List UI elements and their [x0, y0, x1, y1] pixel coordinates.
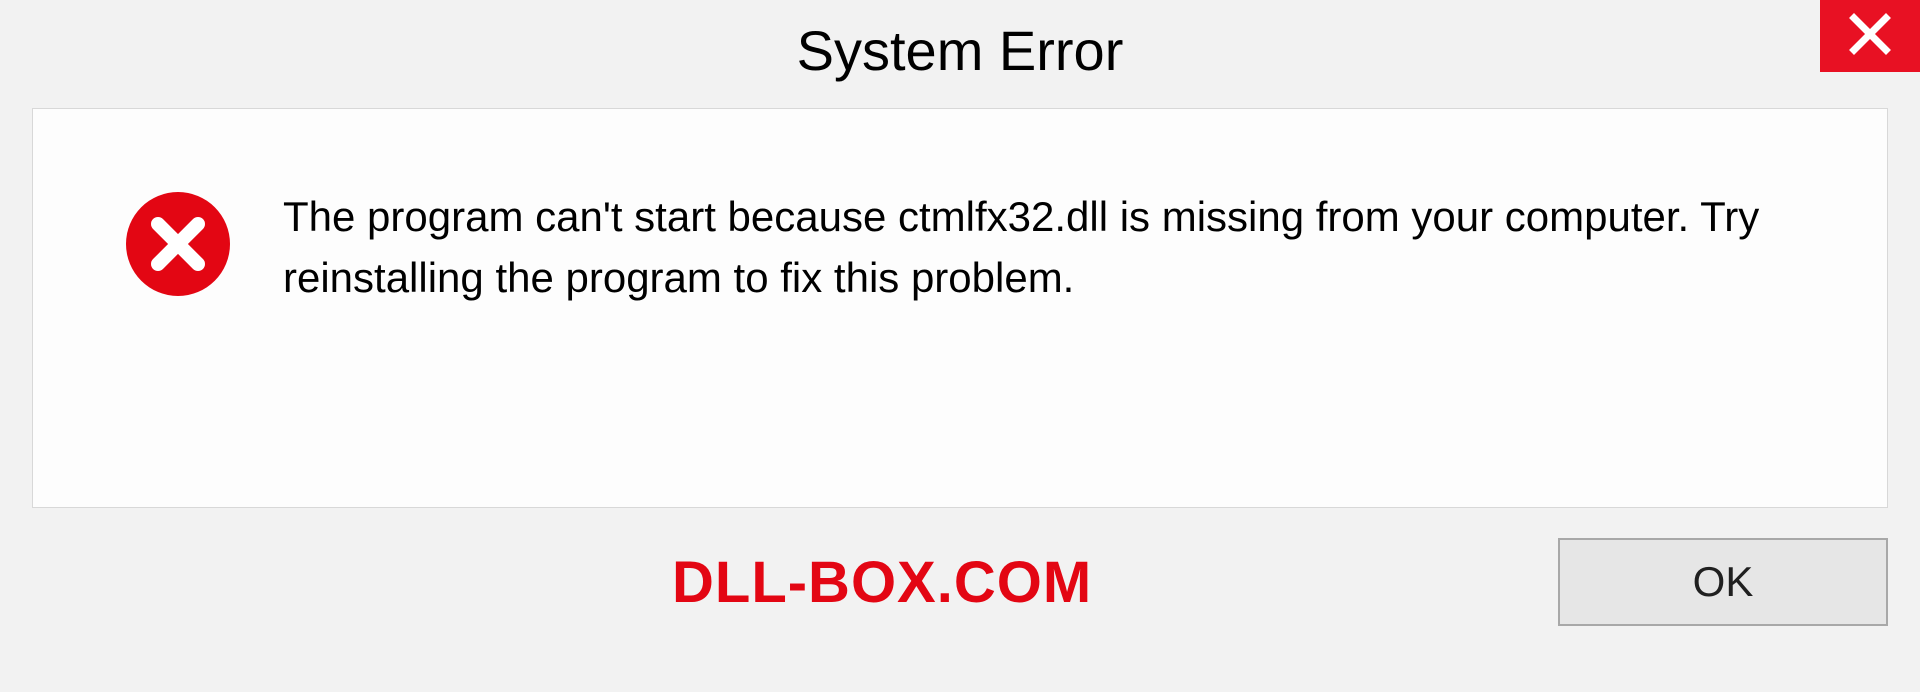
close-button[interactable] — [1820, 0, 1920, 72]
dialog-title: System Error — [797, 18, 1124, 83]
error-icon — [123, 189, 233, 299]
content-panel: The program can't start because ctmlfx32… — [32, 108, 1888, 508]
system-error-dialog: System Error The program can't start bec… — [0, 0, 1920, 692]
watermark-text: DLL-BOX.COM — [672, 549, 1092, 616]
titlebar: System Error — [0, 0, 1920, 100]
error-message: The program can't start because ctmlfx32… — [283, 179, 1827, 309]
close-icon — [1848, 12, 1892, 61]
ok-button[interactable]: OK — [1558, 538, 1888, 626]
footer: DLL-BOX.COM OK — [32, 538, 1888, 626]
